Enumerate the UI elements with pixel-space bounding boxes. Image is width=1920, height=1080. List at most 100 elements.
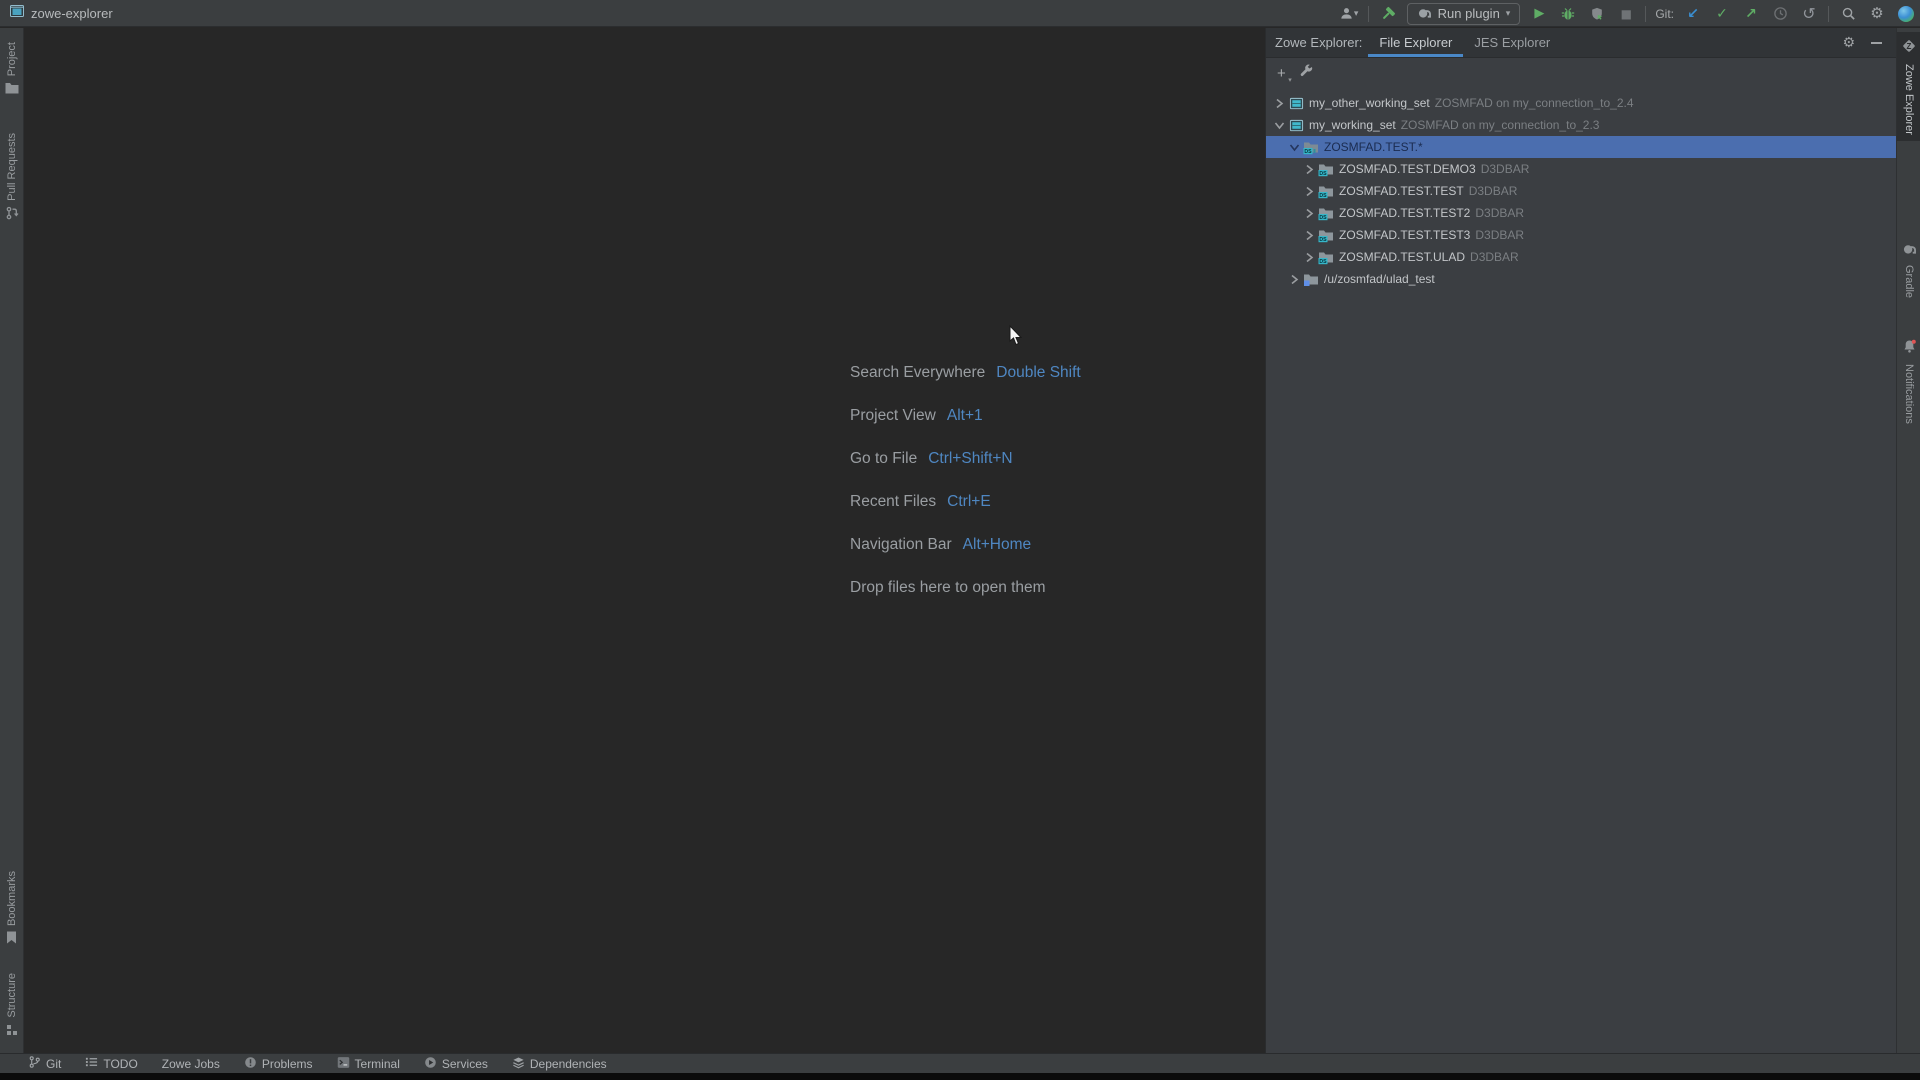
tree-item-label: ZOSMFAD.TEST.*	[1324, 140, 1423, 154]
dataset-tree: my_other_working_set ZOSMFAD on my_conne…	[1266, 88, 1896, 290]
tree-item-label: my_working_set	[1309, 118, 1396, 132]
statusbar-item-git[interactable]: Git	[28, 1055, 61, 1072]
sidebar-item-structure[interactable]: Structure	[0, 967, 24, 1047]
tree-row-dataset[interactable]: DS ZOSMFAD.TEST.TEST3 D3DBAR	[1266, 224, 1896, 246]
drop-hint-label: Drop files here to open them	[850, 579, 1046, 597]
working-set-icon	[1288, 117, 1304, 133]
sidebar-item-bookmarks[interactable]: Bookmarks	[0, 865, 24, 955]
pull-request-icon	[5, 206, 19, 225]
tree-item-label: ZOSMFAD.TEST.TEST2	[1339, 206, 1470, 220]
collaboration-user-icon[interactable]: ▾	[1339, 4, 1359, 24]
tree-row-dataset[interactable]: DS ZOSMFAD.TEST.TEST2 D3DBAR	[1266, 202, 1896, 224]
dataset-mask-icon: DS	[1303, 139, 1319, 155]
run-configuration-select[interactable]: Run plugin ▾	[1407, 3, 1521, 25]
tree-item-detail: D3DBAR	[1470, 250, 1519, 264]
panel-settings-gear-icon[interactable]: ⚙	[1842, 36, 1855, 50]
tree-item-label: ZOSMFAD.TEST.ULAD	[1339, 250, 1465, 264]
shortcut-label: Navigation Bar	[850, 536, 952, 554]
tree-item-detail: D3DBAR	[1469, 184, 1518, 198]
run-configuration-label: Run plugin	[1438, 6, 1500, 21]
tab-jes-explorer[interactable]: JES Explorer	[1463, 28, 1561, 57]
git-push-icon[interactable]: ↗	[1741, 4, 1761, 24]
dataset-folder-icon: DS	[1318, 249, 1334, 265]
run-button[interactable]: ▶	[1529, 4, 1549, 24]
shortcut-label: Recent Files	[850, 493, 936, 511]
statusbar-item-dependencies[interactable]: Dependencies	[512, 1056, 607, 1072]
tree-row-dataset[interactable]: DS ZOSMFAD.TEST.DEMO3 D3DBAR	[1266, 158, 1896, 180]
toolbar-separator	[1368, 6, 1369, 22]
chevron-right-icon[interactable]	[1272, 95, 1287, 111]
dataset-folder-icon: DS	[1318, 183, 1334, 199]
chevron-right-icon[interactable]	[1302, 249, 1317, 265]
dataset-folder-icon: DS	[1318, 227, 1334, 243]
toolbar-separator	[1645, 6, 1646, 22]
sidebar-item-notifications[interactable]: Notifications	[1897, 333, 1920, 430]
svg-text:DS: DS	[1319, 193, 1327, 199]
tree-row-working-set[interactable]: my_other_working_set ZOSMFAD on my_conne…	[1266, 92, 1896, 114]
git-branch-icon	[28, 1055, 41, 1072]
statusbar-item-services[interactable]: Services	[424, 1056, 488, 1072]
svg-text:DS: DS	[1319, 259, 1327, 265]
history-clock-icon[interactable]	[1770, 4, 1790, 24]
statusbar-label: Terminal	[355, 1057, 400, 1071]
tree-row-dataset-mask[interactable]: DS ZOSMFAD.TEST.*	[1266, 136, 1896, 158]
chevron-down-icon[interactable]	[1287, 139, 1302, 155]
tree-row-dataset[interactable]: DS ZOSMFAD.TEST.ULAD D3DBAR	[1266, 246, 1896, 268]
search-everywhere-icon[interactable]	[1838, 4, 1858, 24]
chevron-right-icon[interactable]	[1302, 183, 1317, 199]
rollback-undo-icon[interactable]: ↺	[1799, 4, 1819, 24]
debug-bug-icon[interactable]	[1558, 4, 1578, 24]
build-hammer-icon[interactable]	[1378, 4, 1398, 24]
svg-text:Z: Z	[1907, 42, 1912, 51]
wrench-icon[interactable]	[1299, 63, 1314, 83]
shortcut-row: Navigation Bar Alt+Home	[850, 536, 1081, 579]
app-window-icon	[10, 4, 24, 23]
coverage-shield-icon[interactable]	[1587, 4, 1607, 24]
settings-gear-icon[interactable]: ⚙	[1867, 4, 1887, 24]
statusbar-item-todo[interactable]: TODO	[85, 1056, 137, 1071]
sidebar-item-project[interactable]: Project	[0, 36, 24, 105]
tab-file-explorer[interactable]: File Explorer	[1368, 28, 1463, 57]
stop-button[interactable]: ■	[1616, 4, 1636, 24]
statusbar-item-zowe-jobs[interactable]: Zowe Jobs	[162, 1057, 220, 1071]
shortcut-keys: Ctrl+E	[947, 493, 991, 511]
stripe-label: Project	[6, 42, 18, 76]
statusbar-label: Services	[442, 1057, 488, 1071]
tree-row-uss-path[interactable]: /u/zosmfad/ulad_test	[1266, 268, 1896, 290]
tree-item-label: /u/zosmfad/ulad_test	[1324, 272, 1435, 286]
profile-sphere-icon[interactable]	[1896, 4, 1916, 24]
statusbar-label: TODO	[103, 1057, 137, 1071]
shortcut-row: Project View Alt+1	[850, 407, 1081, 450]
add-connection-plus-icon[interactable]: +▾	[1277, 66, 1286, 81]
sidebar-item-gradle[interactable]: Gradle	[1897, 236, 1920, 304]
tree-item-detail: ZOSMFAD on my_connection_to_2.4	[1435, 96, 1634, 110]
terminal-icon	[337, 1056, 350, 1072]
gradle-elephant-icon	[1417, 6, 1432, 22]
dependencies-icon	[512, 1056, 525, 1072]
gradle-elephant-icon	[1902, 242, 1917, 260]
dataset-folder-icon: DS	[1318, 161, 1334, 177]
git-update-icon[interactable]: ↙	[1683, 4, 1703, 24]
sidebar-item-zowe-explorer[interactable]: Z Zowe Explorer	[1897, 32, 1920, 141]
chevron-down-icon: ▾	[1506, 8, 1511, 19]
panel-toolbar: +▾	[1266, 58, 1896, 88]
bookmark-icon	[6, 931, 17, 949]
git-commit-check-icon[interactable]: ✓	[1712, 4, 1732, 24]
zowe-explorer-panel: Zowe Explorer: File Explorer JES Explore…	[1265, 28, 1896, 1053]
chevron-down-icon[interactable]	[1272, 117, 1287, 133]
chevron-right-icon[interactable]	[1302, 161, 1317, 177]
chevron-right-icon[interactable]	[1302, 205, 1317, 221]
chevron-right-icon[interactable]	[1302, 227, 1317, 243]
statusbar-item-problems[interactable]: Problems	[244, 1056, 313, 1072]
tree-row-dataset[interactable]: DS ZOSMFAD.TEST.TEST D3DBAR	[1266, 180, 1896, 202]
chevron-right-icon[interactable]	[1287, 271, 1302, 287]
panel-title: Zowe Explorer:	[1266, 35, 1368, 50]
tree-item-detail: D3DBAR	[1475, 228, 1524, 242]
statusbar-item-terminal[interactable]: Terminal	[337, 1056, 400, 1072]
structure-icon	[6, 1023, 18, 1041]
working-set-icon	[1288, 95, 1304, 111]
tree-item-detail: D3DBAR	[1481, 162, 1530, 176]
panel-hide-icon[interactable]	[1871, 42, 1882, 44]
tree-row-working-set[interactable]: my_working_set ZOSMFAD on my_connection_…	[1266, 114, 1896, 136]
sidebar-item-pull-requests[interactable]: Pull Requests	[0, 127, 24, 231]
